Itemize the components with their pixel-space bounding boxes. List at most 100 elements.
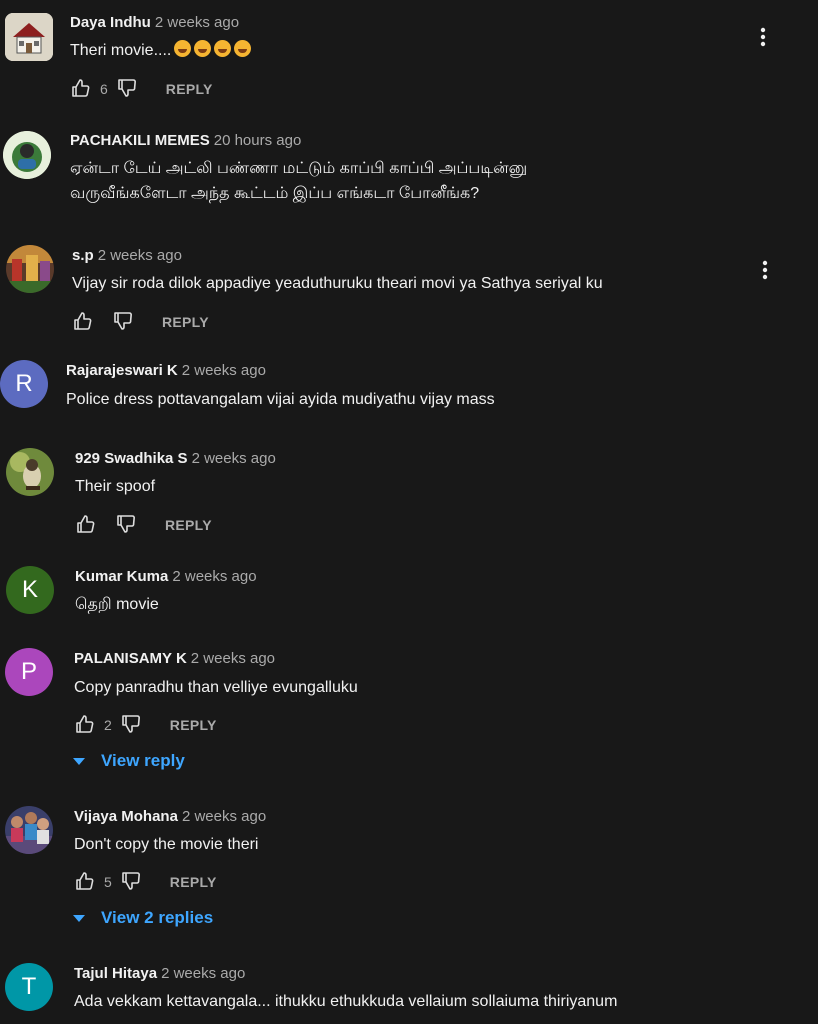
- dislike-button[interactable]: [120, 871, 142, 893]
- comment-time[interactable]: 2 weeks ago: [155, 14, 239, 31]
- thumbs-up-icon: [74, 312, 92, 330]
- reply-button[interactable]: REPLY: [165, 517, 212, 533]
- comment-header: s.p 2 weeks ago: [72, 247, 182, 264]
- laughing-emoji-icon: [174, 40, 192, 57]
- comment-header: PACHAKILI MEMES 20 hours ago: [70, 132, 301, 149]
- meme-logo-icon: [3, 131, 51, 179]
- comment-time[interactable]: 20 hours ago: [214, 132, 302, 149]
- reply-button[interactable]: REPLY: [162, 314, 209, 330]
- like-button[interactable]: [74, 714, 96, 736]
- thumbs-down-icon: [121, 715, 140, 733]
- laughing-emoji-icon: [194, 40, 212, 57]
- bird-photo-icon: [6, 448, 54, 496]
- reply-button[interactable]: REPLY: [170, 717, 217, 733]
- reply-button[interactable]: REPLY: [166, 81, 213, 97]
- more-vert-icon: [760, 27, 766, 47]
- avatar[interactable]: P: [5, 648, 53, 696]
- comment-text: தெறி movie: [75, 596, 159, 613]
- reply-button[interactable]: REPLY: [170, 874, 217, 890]
- avatar[interactable]: [5, 13, 53, 61]
- comment-actions: REPLY: [75, 514, 212, 536]
- photo-thumbnail-icon: [6, 245, 54, 293]
- comment-time[interactable]: 2 weeks ago: [191, 650, 275, 667]
- author-name[interactable]: s.p: [72, 247, 94, 264]
- comment-header: PALANISAMY K2 weeks ago: [74, 650, 275, 667]
- comment-text-line: ஏன்டா டேய் அட்லி பண்ணா மட்டும் காப்பி கா…: [70, 160, 528, 177]
- dislike-button[interactable]: [116, 78, 138, 100]
- avatar[interactable]: T: [5, 963, 53, 1011]
- thumbs-down-icon: [117, 79, 136, 97]
- author-name[interactable]: PACHAKILI MEMES: [70, 132, 210, 149]
- comment-actions: 5 REPLY: [74, 871, 217, 893]
- comment-text: Their spoof: [75, 478, 156, 495]
- dislike-button[interactable]: [115, 514, 137, 536]
- comment-header: Rajarajeswari K2 weeks ago: [66, 362, 266, 379]
- like-button[interactable]: [74, 871, 96, 893]
- dislike-button[interactable]: [120, 714, 142, 736]
- like-count: 6: [100, 81, 108, 97]
- view-replies-label: View 2 replies: [101, 908, 214, 927]
- thumbs-down-icon: [114, 312, 132, 330]
- avatar[interactable]: [6, 245, 54, 293]
- comment-header: Daya Indhu 2 weeks ago: [70, 14, 239, 31]
- comment-actions: 2 REPLY: [74, 714, 217, 736]
- thumbs-up-icon: [72, 79, 90, 97]
- more-vert-icon: [762, 260, 768, 280]
- author-name[interactable]: Vijaya Mohana: [74, 808, 178, 825]
- comment-text-body: Theri movie....: [70, 42, 172, 59]
- laughing-emoji-icon: [214, 40, 232, 57]
- author-name[interactable]: PALANISAMY K: [74, 650, 187, 667]
- like-button[interactable]: [72, 311, 94, 333]
- comment-time[interactable]: 2 weeks ago: [172, 568, 256, 585]
- dislike-button[interactable]: [112, 311, 134, 333]
- avatar[interactable]: [5, 806, 53, 854]
- caret-down-icon: [73, 757, 85, 765]
- group-photo-icon: [5, 806, 53, 854]
- avatar[interactable]: R: [0, 360, 48, 408]
- like-count: 5: [104, 874, 112, 890]
- comment-header: 929 Swadhika S2 weeks ago: [75, 450, 276, 467]
- avatar-letter: R: [15, 370, 33, 397]
- avatar-letter: T: [21, 973, 37, 1000]
- comment-text: Vijay sir roda dilok appadiye yeaduthuru…: [72, 275, 603, 292]
- author-name[interactable]: Tajul Hitaya: [74, 965, 157, 982]
- view-replies-label: View reply: [101, 751, 185, 770]
- comment-text-line: வருவீங்களேடா அந்த கூட்டம் இப்ப எங்கடா போ…: [70, 185, 480, 202]
- comment-actions: 6 REPLY: [70, 78, 213, 100]
- house-icon: [5, 13, 53, 61]
- author-name[interactable]: Rajarajeswari K: [66, 362, 178, 379]
- avatar[interactable]: K: [6, 566, 54, 614]
- comment-time[interactable]: 2 weeks ago: [192, 450, 276, 467]
- comment-header: Vijaya Mohana 2 weeks ago: [74, 808, 266, 825]
- avatar-letter: P: [20, 658, 37, 685]
- comment-text: Copy panradhu than velliye evungalluku: [74, 679, 358, 696]
- comment-time[interactable]: 2 weeks ago: [98, 247, 182, 264]
- comment-actions: REPLY: [72, 311, 209, 333]
- thumbs-down-icon: [121, 872, 140, 890]
- like-button[interactable]: [75, 514, 97, 536]
- avatar[interactable]: [6, 448, 54, 496]
- caret-down-icon: [73, 914, 85, 922]
- thumbs-down-icon: [117, 515, 135, 533]
- more-options-button[interactable]: [751, 25, 775, 49]
- comment-text: Ada vekkam kettavangala... ithukku ethuk…: [74, 993, 618, 1010]
- comment-header: Kumar Kuma 2 weeks ago: [75, 568, 257, 585]
- author-name[interactable]: Daya Indhu: [70, 14, 151, 31]
- like-count: 2: [104, 717, 112, 733]
- view-replies-button[interactable]: View reply: [73, 751, 185, 771]
- author-name[interactable]: 929 Swadhika S: [75, 450, 188, 467]
- more-options-button[interactable]: [753, 258, 777, 282]
- avatar[interactable]: [3, 131, 51, 179]
- comment-time[interactable]: 2 weeks ago: [182, 808, 266, 825]
- view-replies-button[interactable]: View 2 replies: [73, 908, 213, 928]
- thumbs-up-icon: [76, 872, 94, 890]
- comment-text: Don't copy the movie theri: [74, 836, 259, 853]
- author-name[interactable]: Kumar Kuma: [75, 568, 168, 585]
- comment-text: Police dress pottavangalam vijai ayida m…: [66, 391, 495, 408]
- comment-header: Tajul Hitaya 2 weeks ago: [74, 965, 245, 982]
- laughing-emoji-icon: [234, 40, 252, 57]
- comment-time[interactable]: 2 weeks ago: [182, 362, 266, 379]
- like-button[interactable]: [70, 78, 92, 100]
- thumbs-up-icon: [76, 715, 94, 733]
- comment-time[interactable]: 2 weeks ago: [161, 965, 245, 982]
